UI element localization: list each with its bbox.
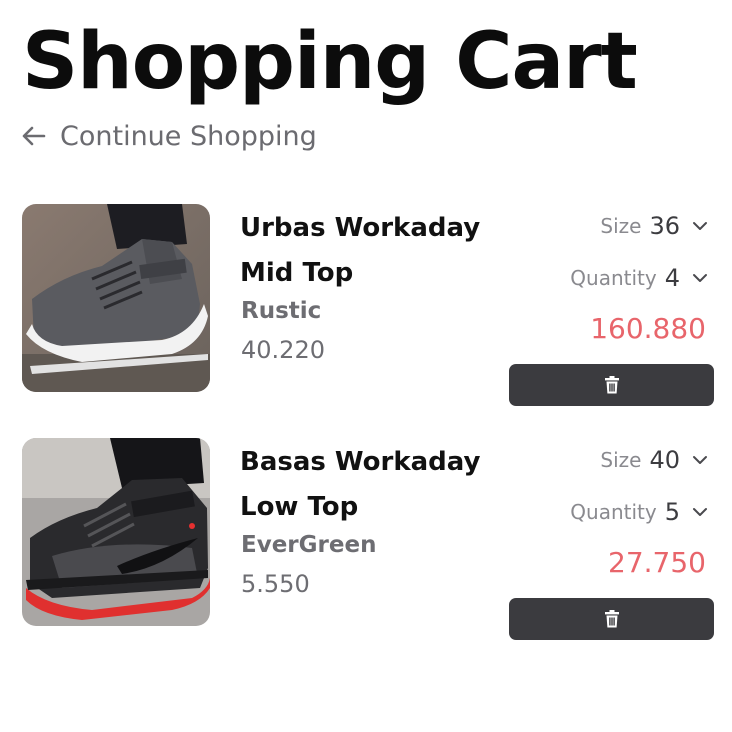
trash-icon	[604, 376, 620, 394]
quantity-select[interactable]: Quantity 5	[570, 498, 708, 526]
unit-price: 5.550	[241, 570, 310, 598]
product-name[interactable]: Basas Workaday Low Top	[240, 440, 490, 530]
product-name[interactable]: Urbas Workaday Mid Top	[240, 206, 490, 296]
delete-button[interactable]	[509, 598, 714, 640]
continue-shopping-link[interactable]: Continue Shopping	[22, 118, 317, 154]
chevron-down-icon	[688, 507, 708, 517]
size-value: 36	[649, 212, 680, 240]
unit-price: 40.220	[241, 336, 325, 364]
chevron-down-icon	[688, 273, 708, 283]
arrow-left-icon	[22, 126, 46, 146]
size-select[interactable]: Size 36	[600, 212, 708, 240]
item-total: 27.750	[608, 546, 706, 579]
cart-item: Basas Workaday Low Top EverGreen 5.550 S…	[0, 438, 732, 648]
quantity-value: 5	[664, 498, 680, 526]
quantity-value: 4	[664, 264, 680, 292]
trash-icon	[604, 610, 620, 628]
quantity-label: Quantity	[570, 266, 657, 290]
quantity-select[interactable]: Quantity 4	[570, 264, 708, 292]
size-label: Size	[600, 448, 642, 472]
product-image[interactable]	[22, 438, 210, 626]
product-image[interactable]	[22, 204, 210, 392]
page-title: Shopping Cart	[22, 17, 638, 107]
cart-item: Urbas Workaday Mid Top Rustic 40.220 Siz…	[0, 204, 732, 414]
size-label: Size	[600, 214, 642, 238]
product-brand: EverGreen	[241, 532, 377, 558]
quantity-label: Quantity	[570, 500, 657, 524]
chevron-down-icon	[688, 221, 708, 231]
item-total: 160.880	[590, 312, 706, 345]
continue-shopping-label: Continue Shopping	[60, 120, 317, 152]
chevron-down-icon	[688, 455, 708, 465]
product-brand: Rustic	[241, 298, 322, 324]
size-value: 40	[649, 446, 680, 474]
shopping-cart-page: Shopping Cart Continue Shopping Urbas Wo…	[0, 0, 732, 732]
size-select[interactable]: Size 40	[600, 446, 708, 474]
delete-button[interactable]	[509, 364, 714, 406]
